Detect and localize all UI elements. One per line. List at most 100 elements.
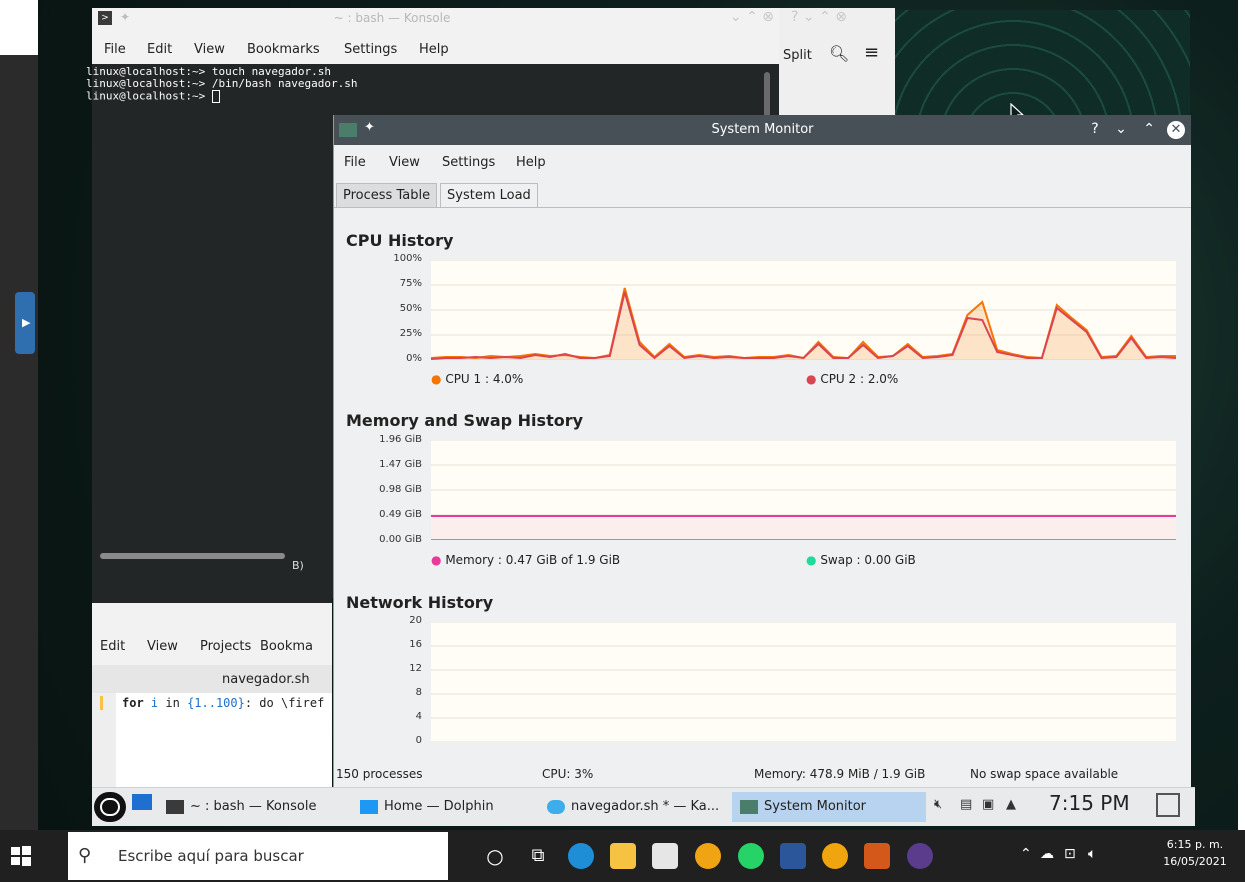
menu-edit[interactable]: Edit	[100, 639, 125, 654]
pager-icon[interactable]	[132, 794, 152, 810]
menu-file[interactable]: File	[104, 42, 126, 57]
windows-taskbar: ⚲ Escribe aquí para buscar ○ ⧉ ⌃ ☁ ⊡ 🔈︎ …	[0, 830, 1245, 882]
network-icon[interactable]: ⊡	[1064, 846, 1076, 862]
expand-tray-icon[interactable]: ▲	[1006, 797, 1016, 812]
sysmon-tabbar: Process Table System Load	[334, 179, 1191, 209]
memory-history-chart	[431, 440, 1176, 540]
terminal-prompt: linux@localhost:~>	[86, 90, 220, 103]
window-controls[interactable]: ? ⌄ ⌃ ⊗	[791, 9, 847, 25]
network-disconnected-icon[interactable]: ▣	[982, 797, 994, 812]
task-dolphin[interactable]: Home — Dolphin	[360, 792, 534, 822]
vm-left-border	[0, 0, 38, 830]
menu-bookmarks[interactable]: Bookma	[260, 639, 313, 654]
menu-file[interactable]: File	[344, 155, 366, 170]
kate-icon	[547, 799, 565, 814]
store-icon[interactable]	[652, 843, 678, 869]
menu-projects[interactable]: Projects	[200, 639, 251, 654]
terminal-line: linux@localhost:~>	[86, 89, 212, 103]
kate-editor[interactable]: for i in {1..100}: do \firef	[92, 693, 332, 788]
modified-line-marker	[100, 696, 103, 710]
volume-muted-icon[interactable]: 🔇︎	[934, 797, 942, 812]
cpu-history-chart	[431, 260, 1176, 360]
brave-icon[interactable]	[822, 843, 848, 869]
window-title: System Monitor	[711, 122, 814, 137]
tab-system-load[interactable]: System Load	[440, 183, 538, 209]
plasma-clock[interactable]: 7:15 PM	[1049, 791, 1130, 815]
chrome-icon[interactable]	[695, 843, 721, 869]
konsole-titlebar: > ✦ ~ : bash — Konsole ⌄ ⌃ ⊗	[92, 8, 784, 31]
network-history-title: Network History	[346, 593, 494, 612]
show-desktop-button[interactable]	[1156, 793, 1180, 817]
konsole-secondary-window: ? ⌄ ⌃ ⊗ Split 🔍︎ ≡	[779, 8, 895, 120]
vm-side-handle[interactable]: ▶	[15, 292, 35, 354]
memory-history-title: Memory and Swap History	[346, 411, 584, 430]
menu-view[interactable]: View	[389, 155, 420, 170]
tick-label: 20	[409, 615, 422, 626]
search-placeholder: Escribe aquí para buscar	[118, 847, 304, 865]
close-icon[interactable]: ✕	[1167, 121, 1185, 139]
hamburger-menu-icon[interactable]: ≡	[864, 42, 879, 63]
system-monitor-window: ✦ System Monitor ? ⌄ ⌃ ✕ File View Setti…	[333, 115, 1191, 787]
kate-horizontal-scrollbar[interactable]	[100, 553, 285, 559]
search-icon[interactable]: 🔍︎	[829, 44, 849, 63]
windows-clock-date[interactable]: 16/05/2021	[1163, 855, 1227, 868]
tick-label: 8	[415, 687, 422, 698]
window-controls[interactable]: ⌄ ⌃ ⊗	[730, 9, 774, 25]
app-icon[interactable]	[864, 843, 890, 869]
legend-swap: ● Swap : 0.00 GiB	[806, 553, 916, 567]
series-area	[431, 288, 1176, 360]
search-icon: ⚲	[78, 845, 92, 866]
word-icon[interactable]	[780, 843, 806, 869]
legend-cpu1: ● CPU 1 : 4.0%	[431, 372, 524, 386]
task-kate[interactable]: navegador.sh * — Ka...	[547, 792, 725, 822]
tick-label: 0.49 GiB	[379, 509, 422, 520]
menu-settings[interactable]: Settings	[344, 42, 397, 57]
windows-clock-time[interactable]: 6:15 p. m.	[1165, 838, 1225, 851]
network-history-chart	[431, 622, 1176, 742]
menu-help[interactable]: Help	[516, 155, 546, 170]
eclipse-icon[interactable]	[907, 843, 933, 869]
tab-navegador[interactable]: navegador.sh	[222, 672, 310, 687]
cortana-icon[interactable]: ○	[482, 843, 508, 869]
task-view-icon[interactable]: ⧉	[525, 843, 551, 869]
file-explorer-icon[interactable]	[610, 843, 636, 869]
edge-icon[interactable]	[568, 843, 594, 869]
menu-edit[interactable]: Edit	[147, 42, 172, 57]
sysmon-menubar: File View Settings Help	[334, 145, 1191, 179]
expand-arrow-icon: ▶	[22, 316, 31, 329]
tab-process-table[interactable]: Process Table	[336, 183, 438, 209]
series-area	[431, 516, 1176, 540]
status-cpu: CPU: 3%	[542, 767, 594, 781]
task-system-monitor[interactable]: System Monitor	[732, 792, 926, 822]
menu-view[interactable]: View	[147, 639, 178, 654]
windows-search-box[interactable]: ⚲ Escribe aquí para buscar	[68, 832, 448, 880]
split-button[interactable]: Split	[783, 48, 812, 63]
wallpaper-pattern	[895, 10, 1190, 120]
tick-label: 25%	[399, 328, 422, 339]
device-icon[interactable]: ▤	[960, 797, 972, 812]
show-hidden-icons[interactable]: ⌃	[1020, 846, 1032, 862]
menu-settings[interactable]: Settings	[442, 155, 495, 170]
windows-start-icon[interactable]	[10, 845, 32, 867]
kate-tabbar: navegador.sh	[92, 665, 332, 694]
text-cursor	[211, 90, 220, 103]
legend-memory: ● Memory : 0.47 GiB of 1.9 GiB	[431, 553, 621, 567]
tick-label: 0.98 GiB	[379, 484, 422, 495]
whatsapp-icon[interactable]	[738, 843, 764, 869]
menu-view[interactable]: View	[194, 42, 225, 57]
menu-help[interactable]: Help	[419, 42, 449, 57]
folder-icon	[360, 799, 378, 814]
kate-window: Edit View Projects Bookma navegador.sh f…	[92, 603, 332, 788]
tick-label: 50%	[399, 303, 422, 314]
terminal-line: linux@localhost:~> /bin/bash navegador.s…	[86, 77, 358, 90]
konsole-title: ~ : bash — Konsole	[333, 11, 451, 25]
volume-icon[interactable]: 🔈︎	[1088, 846, 1096, 862]
sysmon-titlebar: ✦ System Monitor ? ⌄ ⌃ ✕	[334, 115, 1191, 145]
line-gutter	[92, 693, 116, 788]
task-konsole[interactable]: ~ : bash — Konsole	[166, 792, 340, 822]
application-launcher-icon[interactable]	[94, 792, 126, 822]
cpu-history-title: CPU History	[346, 231, 454, 250]
window-controls[interactable]: ? ⌄ ⌃	[1091, 121, 1161, 137]
onedrive-icon[interactable]: ☁	[1040, 846, 1054, 862]
menu-bookmarks[interactable]: Bookmarks	[247, 42, 320, 57]
